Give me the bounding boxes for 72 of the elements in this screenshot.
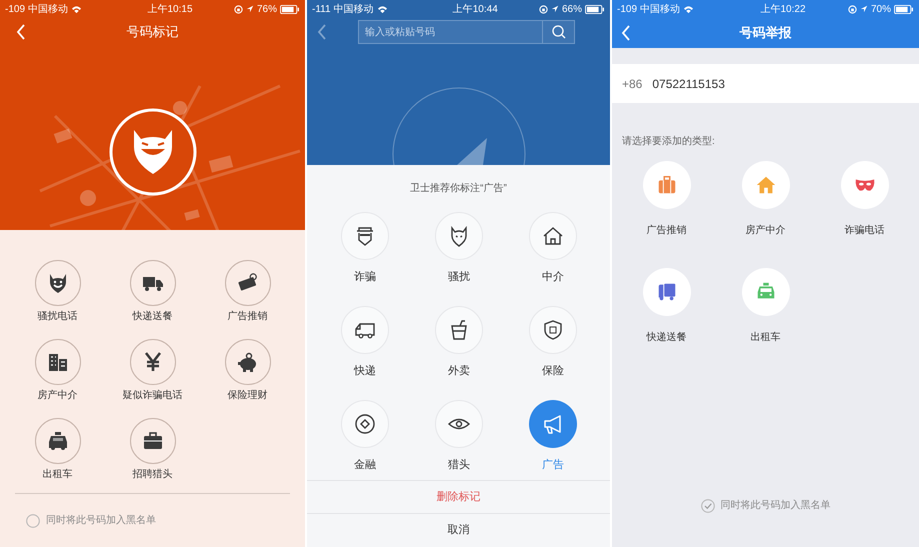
coin-icon [353,412,377,436]
category-label: 疑似诈骗电话 [122,389,182,403]
rotation-lock-icon [234,4,243,14]
house-icon [754,174,776,196]
category-button[interactable] [642,268,690,316]
carrier-name: 中国移动 [640,2,680,16]
category-label: 保险 [542,364,564,378]
carrier-name: 中国移动 [334,2,374,16]
category-label: 广告推销 [228,310,268,324]
search-button[interactable] [543,20,575,44]
phone-number: 07522115153 [652,76,725,92]
category-label: 快递送餐 [646,331,686,345]
clock-time: 上午10:22 [760,2,806,16]
category-label: 出租车 [750,331,780,345]
category-button[interactable] [224,339,270,385]
category-button[interactable] [224,260,270,306]
wifi-icon [683,4,694,14]
category-button[interactable] [34,339,80,385]
rotation-lock-icon [848,4,857,14]
category-label: 诈骗 [354,270,376,284]
country-code: +86 [622,76,642,92]
battery-icon [894,4,914,14]
checkbox-label: 同时将此号码加入黑名单 [46,514,156,528]
checkbox[interactable] [700,498,714,512]
screen-title: 号码标记 [126,23,180,42]
rotation-lock-icon [538,4,548,14]
battery-icon [280,4,300,14]
category-label: 房产中介 [38,389,78,403]
category-button[interactable] [130,260,176,306]
battery-percent: 70% [870,2,891,16]
category-button[interactable] [130,339,176,385]
search-field[interactable]: 输入或粘贴号码 [358,20,543,44]
category-label: 诈骗电话 [844,224,884,238]
checkbox-label: 同时将此号码加入黑名单 [720,498,830,513]
category-label: 广告推销 [646,224,686,238]
location-icon [550,5,559,13]
location-icon [246,5,254,13]
signal-strength: -111 [312,2,331,16]
location-icon [860,5,868,13]
category-label: 骚扰 [448,270,470,284]
category-label: 房产中介 [746,224,786,238]
category-label: 出租车 [42,468,72,482]
category-label: 快递 [354,364,376,378]
category-button[interactable] [130,418,176,464]
category-label: 广告 [542,458,564,472]
search-icon [552,25,566,39]
category-label: 快递送餐 [132,310,172,324]
signal-strength: -109 [5,2,26,16]
action-button[interactable]: 取消 [307,514,610,546]
carrier-name: 中国移动 [28,2,68,16]
checkbox[interactable] [26,514,40,528]
category-label: 保险理财 [228,389,268,403]
category-label: 中介 [542,270,564,284]
category-label: 招聘猎头 [132,468,172,482]
suggestion-text: 卫士推荐你标注“广告” [409,182,508,196]
prompt-text: 请选择要添加的类型: [622,135,716,149]
category-label: 外卖 [448,364,470,378]
category-label: 猎头 [448,458,470,472]
category-label: 金融 [354,458,376,472]
battery-percent: 66% [562,2,582,16]
category-button[interactable] [34,260,80,306]
battery-percent: 76% [256,2,277,16]
screen-title: 号码举报 [738,24,792,42]
wifi-icon [71,4,82,14]
clock-time: 上午10:15 [147,2,193,16]
suitcase-icon [656,174,678,196]
signal-strength: -109 [617,2,638,16]
battery-icon [584,4,605,14]
clock-time: 上午10:44 [452,2,498,16]
category-button[interactable] [34,418,80,464]
category-label: 骚扰电话 [38,310,78,324]
wifi-icon [376,4,388,14]
